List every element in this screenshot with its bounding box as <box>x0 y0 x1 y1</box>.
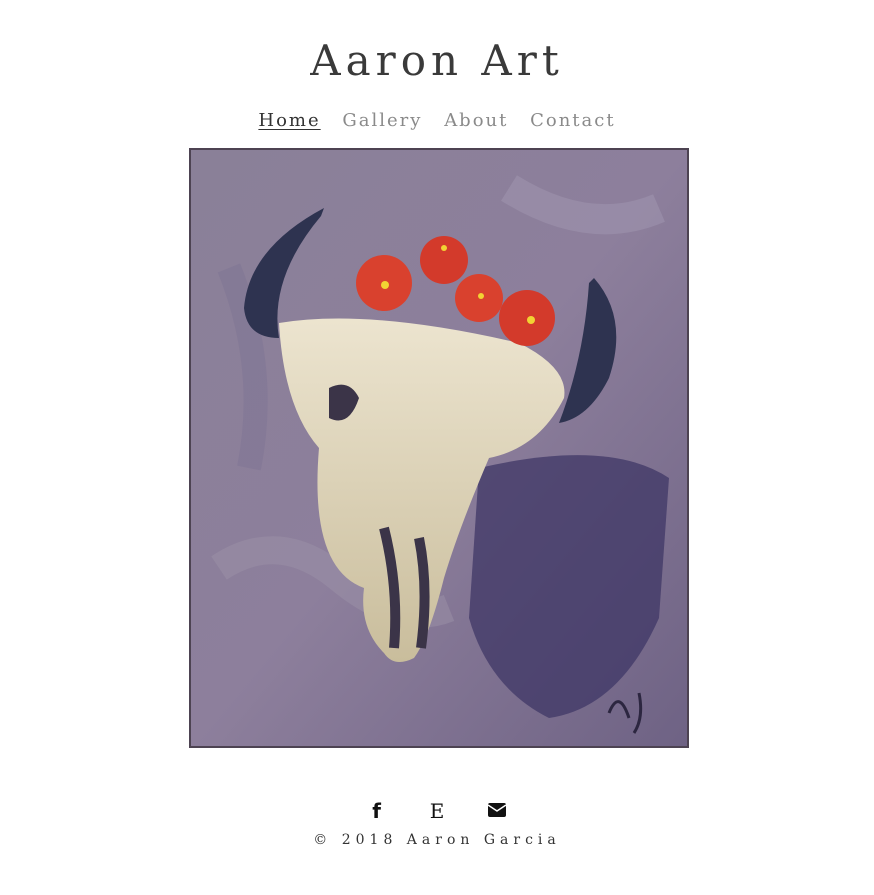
envelope-icon[interactable] <box>487 799 507 823</box>
featured-painting <box>189 148 689 748</box>
facebook-icon[interactable]: f <box>367 799 387 823</box>
copyright-text: © 2018 Aaron Garcia <box>313 832 561 848</box>
nav-about[interactable]: About <box>444 110 508 131</box>
etsy-icon[interactable]: E <box>427 799 447 823</box>
nav-gallery[interactable]: Gallery <box>342 110 422 131</box>
social-links: f E <box>0 797 874 823</box>
main-nav: Home Gallery About Contact <box>0 110 874 131</box>
envelope-shape <box>487 802 507 817</box>
nav-home[interactable]: Home <box>258 110 320 131</box>
nav-contact[interactable]: Contact <box>530 110 615 131</box>
painting-image <box>189 148 689 748</box>
site-title: Aaron Art <box>310 36 564 85</box>
